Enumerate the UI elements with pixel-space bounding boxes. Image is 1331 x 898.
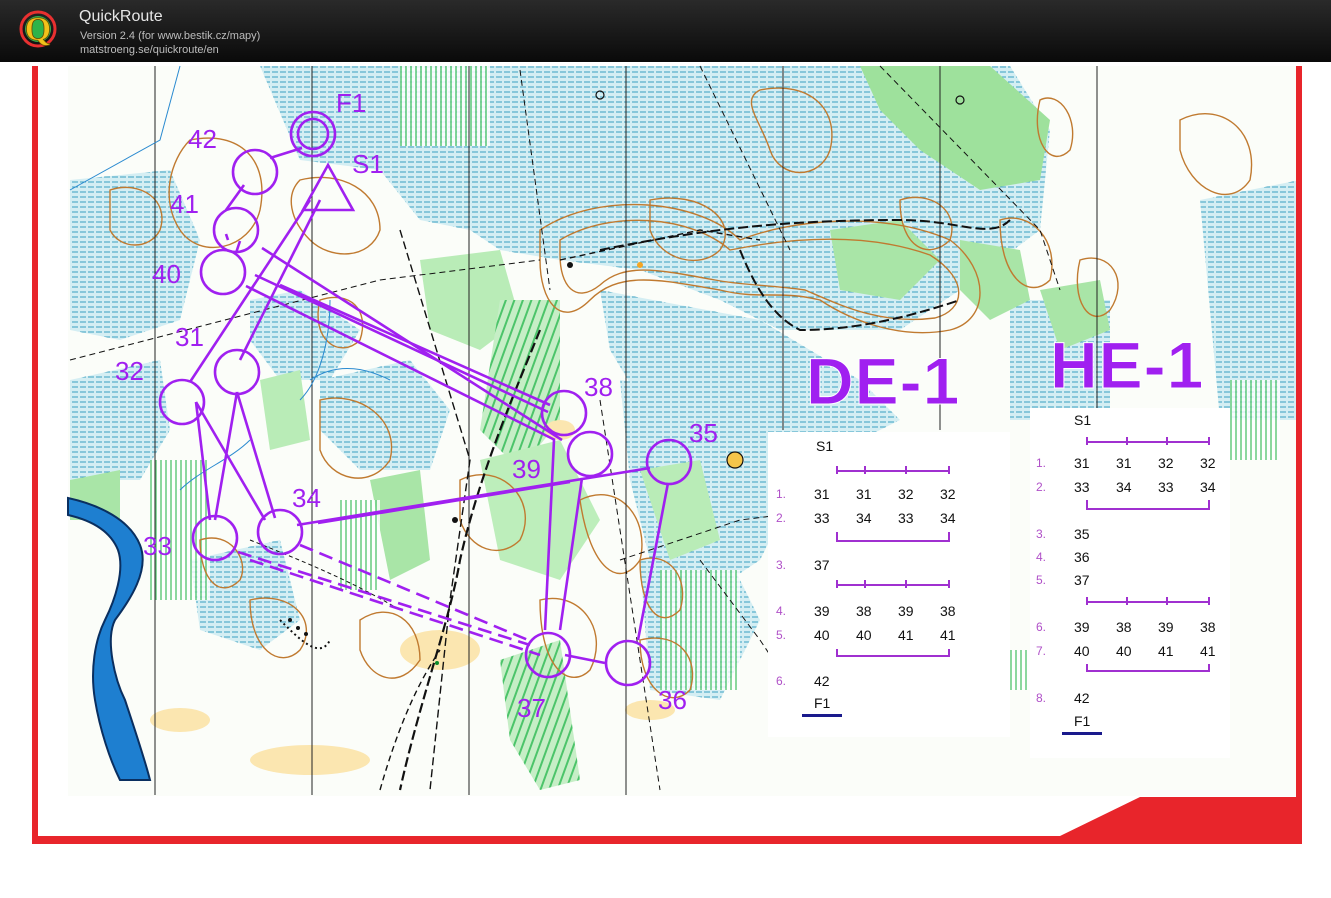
orienteering-map[interactable]: F1 S1 42 41 40 31 32 33 34 38 39 35 37 3…	[0, 62, 1331, 897]
label-38: 38	[584, 372, 613, 402]
label-s1: S1	[352, 149, 384, 179]
label-f1: F1	[336, 88, 366, 118]
label-41: 41	[170, 189, 199, 219]
app-url: matstroeng.se/quickroute/en	[80, 44, 219, 56]
legend-he-start: S1	[1074, 412, 1092, 428]
label-31: 31	[175, 322, 204, 352]
label-34: 34	[292, 483, 321, 513]
app-version: Version 2.4 (for www.bestik.cz/mapy)	[80, 30, 261, 42]
title-bar: Q QuickRoute Version 2.4 (for www.bestik…	[0, 0, 1331, 62]
legend-de: S1 1. 31 31 32 32 2. 33 34 33 34 3. 37 4…	[768, 432, 1010, 737]
label-42: 42	[188, 124, 217, 154]
label-33: 33	[143, 531, 172, 561]
course-title-he: HE-1	[1049, 328, 1205, 402]
legend-he-finish: F1	[1074, 713, 1091, 729]
label-40: 40	[152, 259, 181, 289]
quickroute-logo-icon: Q	[19, 10, 57, 48]
label-36: 36	[658, 685, 687, 715]
app-title: QuickRoute	[79, 8, 163, 25]
course-title-de: DE-1	[805, 344, 961, 418]
label-37: 37	[517, 693, 546, 723]
label-35: 35	[689, 418, 718, 448]
legend-de-finish: F1	[814, 695, 831, 711]
legend-he: S1 1. 31 31 32 32 2. 33 34 33 34 3. 35 4…	[1030, 408, 1230, 758]
svg-text:Q: Q	[25, 11, 51, 48]
label-32: 32	[115, 356, 144, 386]
legend-de-start: S1	[816, 438, 834, 454]
label-39: 39	[512, 454, 541, 484]
club-label: BL: FGo	[1165, 870, 1260, 897]
